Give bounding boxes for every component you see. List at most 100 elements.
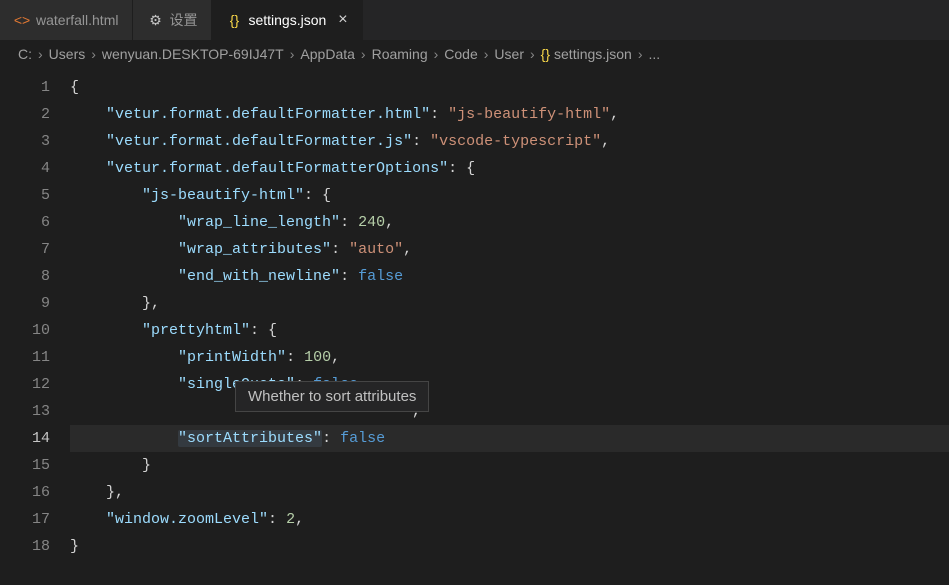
token-p: : [412,133,430,150]
token-p [70,106,106,123]
code-line[interactable]: } [70,533,949,560]
code-line[interactable]: "window.zoomLevel": 2, [70,506,949,533]
tab--[interactable]: ⚙设置 [133,0,212,40]
line-number: 4 [0,155,70,182]
line-number: 5 [0,182,70,209]
token-num: 2 [286,511,295,528]
chevron-right-icon: › [361,46,366,62]
token-bool: false [358,268,403,285]
code-line[interactable]: { [70,74,949,101]
breadcrumb-label: User [494,46,524,62]
token-p: : { [304,187,331,204]
token-p: , [358,376,367,393]
token-p: }, [70,295,160,312]
json-icon: {} [541,46,550,62]
token-p [70,322,142,339]
token-p [70,349,178,366]
editor[interactable]: 123456789101112131415161718 { "vetur.for… [0,68,949,581]
token-p [70,187,142,204]
token-p [70,241,178,258]
token-p: , [331,349,340,366]
token-p: : { [448,160,475,177]
code-line[interactable]: }, [70,479,949,506]
code-area[interactable]: { "vetur.format.defaultFormatter.html": … [70,68,949,581]
token-p: , [295,511,304,528]
token-key: "printWidth" [178,349,286,366]
line-number: 10 [0,317,70,344]
token-p [70,511,106,528]
breadcrumbs: C: › Users › wenyuan.DESKTOP-69IJ47T › AppData… [0,40,949,68]
token-key: "vetur.format.defaultFormatter.html" [106,106,430,123]
line-number: 17 [0,506,70,533]
token-p: : [322,430,340,447]
token-p: , [70,403,421,420]
code-line[interactable]: "vetur.format.defaultFormatter.html": "j… [70,101,949,128]
code-line[interactable]: "end_with_newline": false [70,263,949,290]
code-line[interactable]: "wrap_line_length": 240, [70,209,949,236]
token-p [70,430,178,447]
token-p [70,214,178,231]
token-p: , [403,241,412,258]
line-number: 12 [0,371,70,398]
breadcrumb-item[interactable]: User [494,46,524,62]
chevron-right-icon: › [530,46,535,62]
token-p: : { [250,322,277,339]
line-number: 3 [0,128,70,155]
breadcrumb-label: ... [649,46,661,62]
token-key: "window.zoomLevel" [106,511,268,528]
close-icon[interactable]: × [338,11,347,29]
breadcrumb-item[interactable]: AppData [300,46,354,62]
breadcrumb-item[interactable]: wenyuan.DESKTOP-69IJ47T [102,46,284,62]
gear-icon: ⚙ [147,12,163,28]
line-number: 16 [0,479,70,506]
token-str: "js-beautify-html" [448,106,610,123]
code-line[interactable]: "vetur.format.defaultFormatterOptions": … [70,155,949,182]
token-key: "vetur.format.defaultFormatterOptions" [106,160,448,177]
code-line[interactable]: "prettyhtml": { [70,317,949,344]
token-key: "singleQuote" [178,376,295,393]
html-icon: <> [14,12,30,28]
line-number-gutter: 123456789101112131415161718 [0,68,70,581]
code-line[interactable]: , [70,398,949,425]
token-p: }, [70,484,124,501]
token-str: "auto" [349,241,403,258]
breadcrumb-label: wenyuan.DESKTOP-69IJ47T [102,46,284,62]
token-p: : [340,214,358,231]
line-number: 15 [0,452,70,479]
breadcrumb-label: Users [49,46,86,62]
tab-label: waterfall.html [36,12,118,28]
breadcrumb-item[interactable]: C: [18,46,32,62]
breadcrumb-item[interactable]: ... [649,46,661,62]
code-line[interactable]: } [70,452,949,479]
code-line[interactable]: "singleQuote": false, [70,371,949,398]
line-number: 1 [0,74,70,101]
breadcrumb-label: AppData [300,46,354,62]
breadcrumb-item[interactable]: Users [49,46,86,62]
code-line[interactable]: "printWidth": 100, [70,344,949,371]
token-key: "prettyhtml" [142,322,250,339]
tab-settings-json[interactable]: {}settings.json× [212,0,362,40]
line-number: 18 [0,533,70,560]
line-number: 13 [0,398,70,425]
token-p: { [70,79,79,96]
chevron-right-icon: › [638,46,643,62]
code-line[interactable]: "js-beautify-html": { [70,182,949,209]
token-num: 240 [358,214,385,231]
tab-waterfall-html[interactable]: <> waterfall.html [0,0,133,40]
token-key: "wrap_line_length" [178,214,340,231]
code-line[interactable]: "sortAttributes": false [70,425,949,452]
breadcrumb-label: C: [18,46,32,62]
breadcrumb-label: Roaming [372,46,428,62]
breadcrumb-item[interactable]: Roaming [372,46,428,62]
breadcrumb-item[interactable]: {}settings.json [541,46,632,62]
breadcrumb-item[interactable]: Code [444,46,477,62]
token-p: } [70,457,151,474]
token-keyhl: "sortAttributes" [178,430,322,447]
line-number: 11 [0,344,70,371]
code-line[interactable]: "wrap_attributes": "auto", [70,236,949,263]
token-key: "js-beautify-html" [142,187,304,204]
line-number: 8 [0,263,70,290]
code-line[interactable]: "vetur.format.defaultFormatter.js": "vsc… [70,128,949,155]
code-line[interactable]: }, [70,290,949,317]
token-p: : [286,349,304,366]
